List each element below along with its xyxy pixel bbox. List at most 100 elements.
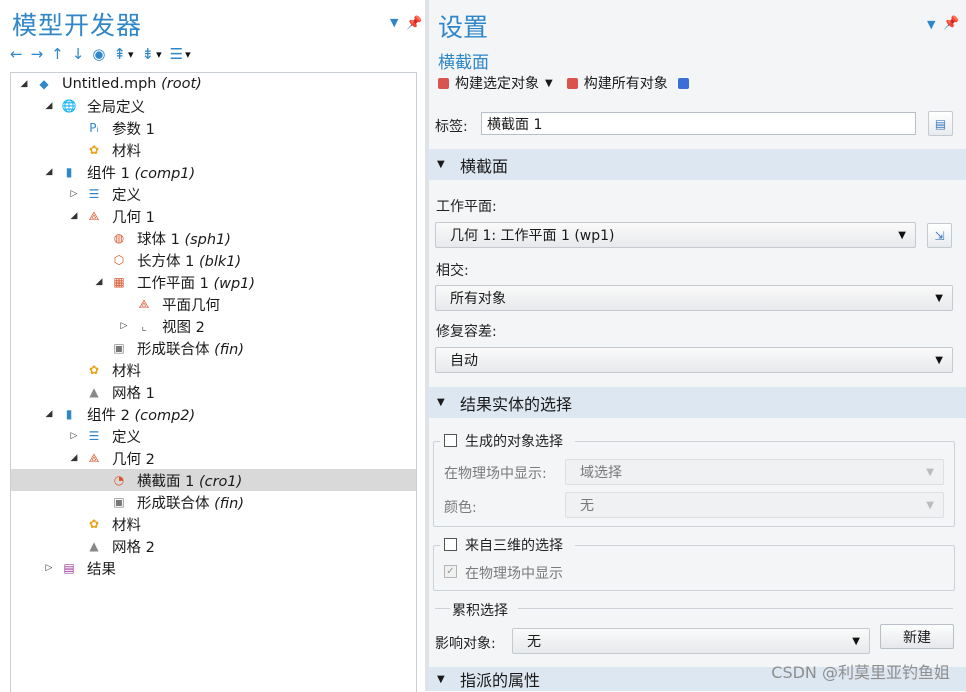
model-builder-panel: 模型开发器 ▼ 📌 ← → ↑ ↓ ◉ ⇞ ▾ ⇟ ▾ ☰ ▾ ◢ ◆ Untitled.mph (ro… bbox=[0, 0, 425, 692]
settings-title: 设置 bbox=[438, 13, 489, 42]
tree-node-tag: (blk1) bbox=[194, 253, 242, 270]
toolbar-button-3[interactable]: ↓ bbox=[72, 45, 85, 63]
dropdown-icon[interactable]: ▾ bbox=[185, 48, 191, 61]
collapse-icon[interactable]: ◢ bbox=[69, 211, 79, 221]
mesh-icon: ▲ bbox=[89, 539, 99, 553]
tree-node-label: 全局定义 bbox=[87, 99, 145, 116]
chevron-down-icon: ▼ bbox=[935, 293, 943, 304]
contribute-select[interactable]: 无 ▼ bbox=[512, 628, 870, 654]
tree-node-label: 定义 bbox=[112, 187, 141, 204]
tree-node[interactable]: ◢ ▮ 组件 1 (comp1) bbox=[11, 161, 416, 183]
intersect-value: 所有对象 bbox=[450, 291, 506, 307]
toolbar-button-5[interactable]: ⇞ bbox=[113, 45, 126, 63]
build-graphics-icon[interactable] bbox=[677, 77, 689, 89]
chevron-down-icon: ▼ bbox=[898, 230, 906, 241]
parameter-icon: Pᵢ bbox=[89, 121, 99, 135]
toolbar-button-2[interactable]: ↑ bbox=[51, 45, 64, 63]
collapse-icon[interactable]: ◢ bbox=[44, 101, 54, 111]
collapse-icon[interactable]: ◢ bbox=[19, 79, 29, 89]
tree-node[interactable]: ⬡ 长方体 1 (blk1) bbox=[11, 249, 416, 271]
expand-icon[interactable]: ▷ bbox=[119, 321, 129, 331]
build-selected-button[interactable]: 构建选定对象 bbox=[455, 73, 539, 93]
expand-icon[interactable]: ▷ bbox=[69, 431, 79, 441]
tree-node[interactable]: ⟁ 平面几何 bbox=[11, 293, 416, 315]
comment-icon[interactable]: ▤ bbox=[928, 111, 953, 136]
tree-node[interactable]: ▣ 形成联合体 (fin) bbox=[11, 491, 416, 513]
build-all-icon[interactable] bbox=[566, 77, 578, 89]
tree-node[interactable]: ✿ 材料 bbox=[11, 513, 416, 535]
pin-icon[interactable]: 📌 bbox=[406, 16, 422, 31]
color-caption: 颜色: bbox=[444, 500, 477, 516]
toolbar-button-7[interactable]: ⇟ bbox=[142, 45, 155, 63]
collapse-icon[interactable]: ◢ bbox=[44, 167, 54, 177]
collapse-icon[interactable]: ◢ bbox=[94, 277, 104, 287]
tree-node[interactable]: ✿ 材料 bbox=[11, 139, 416, 161]
pin-icon[interactable]: 📌 bbox=[943, 16, 959, 31]
tree-node-label: 组件 2 (comp2) bbox=[87, 407, 196, 424]
panel-menu-icon[interactable]: ▼ bbox=[927, 18, 935, 31]
tree-node[interactable]: ◢ ▮ 组件 2 (comp2) bbox=[11, 403, 416, 425]
tree-node[interactable]: ▲ 网格 1 bbox=[11, 381, 416, 403]
tree-node[interactable]: ◢ ▦ 工作平面 1 (wp1) bbox=[11, 271, 416, 293]
tree-node-label: 长方体 1 (blk1) bbox=[137, 253, 242, 270]
tree-node[interactable]: ▣ 形成联合体 (fin) bbox=[11, 337, 416, 359]
repair-select[interactable]: 自动 ▼ bbox=[435, 347, 953, 373]
tree-node[interactable]: ◔ 横截面 1 (cro1) bbox=[11, 469, 416, 491]
workplane-value: 几何 1: 工作平面 1 (wp1) bbox=[450, 228, 615, 244]
tree-node[interactable]: ◢ 🌐 全局定义 bbox=[11, 95, 416, 117]
intersect-select[interactable]: 所有对象 ▼ bbox=[435, 285, 953, 311]
cross-section-icon: ◔ bbox=[113, 473, 125, 487]
tree-node[interactable]: ▷ ☰ 定义 bbox=[11, 183, 416, 205]
sphere-icon: ◍ bbox=[113, 231, 125, 245]
expand-icon[interactable]: ▷ bbox=[44, 563, 54, 573]
tree-node[interactable]: ◢ ⟁ 几何 1 bbox=[11, 205, 416, 227]
label-input[interactable]: 横截面 1 bbox=[481, 112, 916, 135]
section-result-selection[interactable]: ▼ 结果实体的选择 bbox=[429, 387, 966, 418]
divider bbox=[435, 608, 450, 609]
tree-node-label: 网格 2 bbox=[112, 539, 155, 556]
geometry-icon: ⟁ bbox=[88, 450, 100, 465]
from-3d-checkbox[interactable] bbox=[444, 538, 457, 551]
toolbar-button-4[interactable]: ◉ bbox=[92, 45, 105, 63]
tree-node[interactable]: ◢ ◆ Untitled.mph (root) bbox=[11, 73, 416, 95]
workplane-select[interactable]: 几何 1: 工作平面 1 (wp1) ▼ bbox=[435, 222, 916, 248]
divider bbox=[518, 608, 953, 609]
tree-node[interactable]: ◢ ⟁ 几何 2 bbox=[11, 447, 416, 469]
tree-node-label: 结果 bbox=[87, 561, 116, 578]
collapse-icon[interactable]: ◢ bbox=[69, 453, 79, 463]
tree-node[interactable]: ▷ ☰ 定义 bbox=[11, 425, 416, 447]
view-icon: ⌞ bbox=[141, 319, 147, 333]
section-cross-section[interactable]: ▼ 横截面 bbox=[429, 149, 966, 180]
toolbar-button-9[interactable]: ☰ bbox=[170, 45, 183, 63]
tree-node[interactable]: Pᵢ 参数 1 bbox=[11, 117, 416, 139]
chevron-down-icon: ▼ bbox=[926, 500, 934, 511]
expand-icon[interactable]: ▷ bbox=[69, 189, 79, 199]
build-selected-icon[interactable] bbox=[438, 77, 449, 89]
new-button[interactable]: 新建 bbox=[880, 624, 954, 649]
dropdown-icon[interactable]: ▾ bbox=[128, 48, 134, 61]
dropdown-icon[interactable]: ▾ bbox=[156, 48, 162, 61]
intersect-caption: 相交: bbox=[436, 263, 469, 279]
tree-node[interactable]: ✿ 材料 bbox=[11, 359, 416, 381]
tree-node[interactable]: ◍ 球体 1 (sph1) bbox=[11, 227, 416, 249]
tree-node[interactable]: ▷ ⌞ 视图 2 bbox=[11, 315, 416, 337]
tree-node-label: 材料 bbox=[112, 517, 141, 534]
generated-selection-checkbox[interactable] bbox=[444, 434, 457, 447]
results-icon: ▤ bbox=[63, 561, 75, 575]
form-union-icon: ▣ bbox=[113, 495, 125, 509]
label-caption: 标签: bbox=[435, 119, 468, 135]
tree-node-tag: (comp2) bbox=[129, 407, 196, 424]
collapse-icon[interactable]: ◢ bbox=[44, 409, 54, 419]
tree-node[interactable]: ▲ 网格 2 bbox=[11, 535, 416, 557]
show-in-physics-value: 域选择 bbox=[580, 465, 622, 481]
go-to-source-icon[interactable]: ⇲ bbox=[927, 223, 952, 248]
settings-subtitle: 横截面 bbox=[438, 53, 489, 73]
tree-node[interactable]: ▷ ▤ 结果 bbox=[11, 557, 416, 579]
component-icon: ▮ bbox=[65, 165, 73, 179]
toolbar-button-0[interactable]: ← bbox=[10, 45, 23, 63]
build-all-button[interactable]: 构建所有对象 bbox=[584, 73, 668, 93]
toolbar-button-1[interactable]: → bbox=[31, 45, 44, 63]
build-selected-dropdown-icon[interactable]: ▼ bbox=[545, 78, 553, 89]
definitions-icon: ☰ bbox=[88, 187, 100, 201]
panel-menu-icon[interactable]: ▼ bbox=[390, 16, 398, 29]
